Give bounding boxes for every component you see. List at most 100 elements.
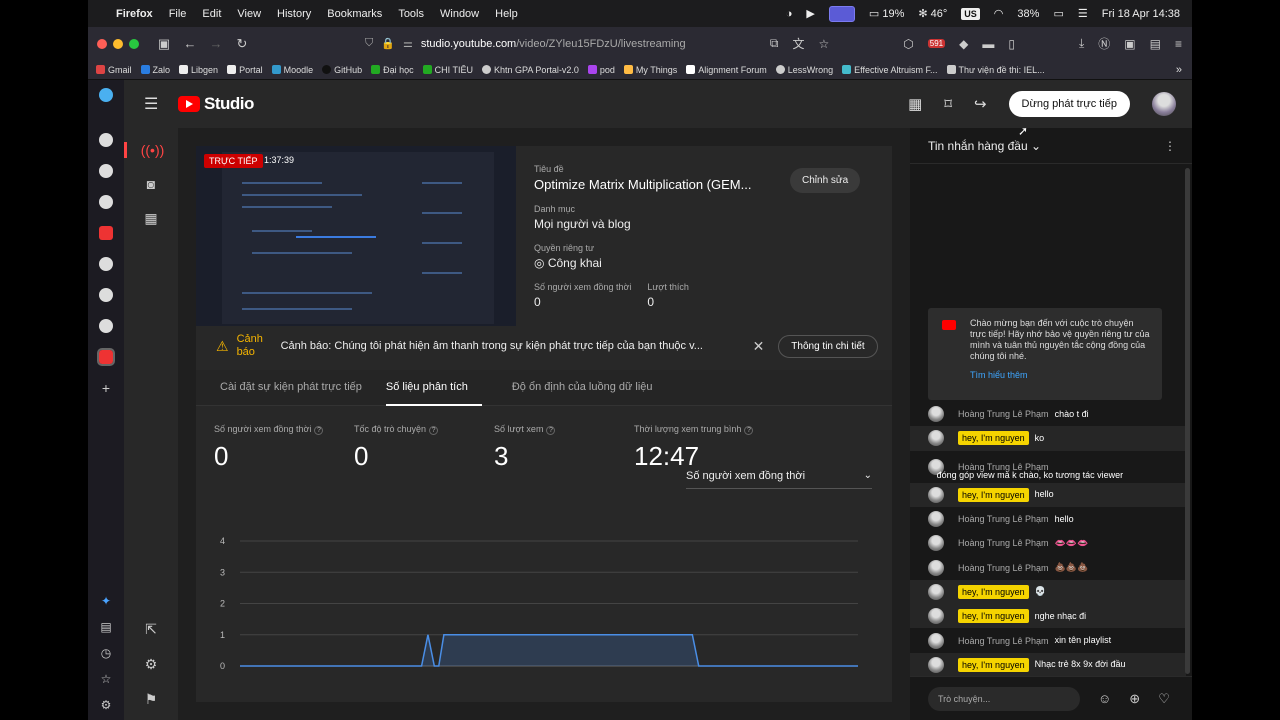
bookmark-portal[interactable]: Portal [227, 65, 263, 75]
new-tab-plus-icon[interactable]: + [99, 381, 113, 395]
tab-gem-icon[interactable] [99, 88, 113, 102]
chat-author[interactable]: Hoàng Trung Lê Phạm [958, 514, 1049, 524]
chat-message[interactable]: hey, I'm nguyen nghe nhạc đi [910, 604, 1186, 629]
heart-icon[interactable]: ♡ [1158, 691, 1170, 707]
stop-streaming-button[interactable]: Dừng phát trực tiếp [1008, 91, 1130, 117]
sparkle-icon[interactable]: ✦ [101, 594, 111, 608]
bookmark-my-things[interactable]: My Things [623, 65, 677, 75]
chat-author[interactable]: hey, I'm nguyen [958, 431, 1029, 446]
gem-icon[interactable]: ◆ [959, 37, 968, 51]
screen-record-icon[interactable] [828, 5, 855, 22]
tab-github-icon[interactable] [99, 133, 113, 147]
avatar[interactable] [928, 583, 944, 600]
external-link-icon[interactable]: ⇱ [145, 621, 157, 638]
tab-github-icon[interactable] [99, 319, 113, 333]
bookmark-libgen[interactable]: Libgen [179, 65, 218, 75]
edit-button[interactable]: Chỉnh sửa [790, 168, 861, 193]
bookmark-dai-hoc[interactable]: Đại học [371, 65, 414, 75]
extension-icon[interactable]: ⬡ [903, 37, 913, 51]
zoom-window-icon[interactable] [129, 38, 139, 49]
chat-input[interactable]: Trò chuyện... [928, 686, 1080, 711]
chat-message[interactable]: hey, I'm nguyen ko [910, 426, 1186, 451]
emoji-icon[interactable]: ☺ [1098, 691, 1111, 706]
details-button[interactable]: Thông tin chi tiết [778, 334, 878, 358]
feedback-icon[interactable]: ⚑ [145, 691, 158, 708]
bookmark-gmail[interactable]: Gmail [96, 65, 132, 75]
chat-message[interactable]: hey, I'm nguyen 💀 [910, 579, 1186, 605]
avatar[interactable] [928, 486, 944, 503]
reader-icon[interactable]: ▤ [1150, 37, 1161, 51]
chat-author[interactable]: Hoàng Trung Lê Phạm [958, 538, 1049, 548]
page-settings-icon[interactable]: ⚌ [403, 37, 413, 50]
menu-file[interactable]: File [169, 8, 187, 20]
lock-icon[interactable]: 🔒 [381, 37, 395, 50]
chat-message[interactable]: hey, I'm nguyen Nhạc trẻ 8x 9x đời đầu [910, 652, 1186, 677]
avatar[interactable] [928, 608, 944, 625]
tab-github-icon[interactable] [99, 257, 113, 271]
avatar[interactable] [928, 430, 944, 447]
menu-icon[interactable]: ≡ [1175, 37, 1182, 51]
menu-view[interactable]: View [237, 8, 261, 20]
avatar[interactable] [928, 406, 944, 423]
metric-dropdown[interactable]: Số người xem đồng thời ⌄ [686, 470, 872, 489]
bookmarks-star-icon[interactable]: ☆ [101, 672, 112, 686]
folder-icon[interactable]: ▬ [982, 37, 994, 51]
chat-message[interactable]: hey, I'm nguyen hello [910, 482, 1186, 507]
bookmark-gpa-portal[interactable]: Khtn GPA Portal-v2.0 [481, 65, 579, 75]
bookmark-thu-vien[interactable]: Thư viện đề thi: IEL... [946, 65, 1045, 75]
reload-icon[interactable]: ↻ [229, 36, 255, 52]
chat-author[interactable]: hey, I'm nguyen [958, 657, 1029, 672]
download-icon[interactable]: ⤓ [1079, 36, 1084, 51]
settings-gear-icon[interactable]: ⚙ [101, 698, 112, 712]
tab-github-icon[interactable] [99, 195, 113, 209]
chat-author[interactable]: Hoàng Trung Lê Phạm [958, 563, 1049, 573]
learn-more-link[interactable]: Tìm hiểu thêm [970, 370, 1152, 381]
studio-logo[interactable]: Studio [178, 94, 254, 114]
chat-message[interactable]: Hoàng Trung Lê Phạm 💩💩💩 [910, 555, 1186, 579]
url-text[interactable]: studio.youtube.com/video/ZYleu15FDzU/liv… [421, 38, 686, 50]
translate-icon[interactable]: 文 [793, 35, 805, 52]
share-icon[interactable]: ↪ [974, 95, 987, 113]
input-source-badge[interactable]: US [961, 7, 980, 20]
stream-preview[interactable]: TRỰC TIẾP 1:37:39 [196, 146, 516, 326]
bookmark-zalo[interactable]: Zalo [140, 65, 170, 75]
avatar[interactable] [928, 656, 944, 673]
chat-message[interactable]: Hoàng Trung Lê Phạm chào t đi [910, 402, 1186, 426]
settings-icon[interactable]: ⚙ [145, 656, 158, 673]
avatar[interactable] [928, 535, 944, 552]
wifi-icon[interactable]: ◠ [994, 7, 1004, 20]
chat-message[interactable]: Hoàng Trung Lê Phạm đóng góp view mà k ch… [910, 451, 1186, 483]
bookmark-lesswrong[interactable]: LessWrong [775, 65, 833, 75]
bookmark-moodle[interactable]: Moodle [271, 65, 313, 75]
help-icon[interactable]: ? [744, 426, 754, 435]
forward-icon[interactable]: → [203, 36, 229, 51]
menu-history[interactable]: History [277, 8, 311, 20]
datetime[interactable]: Fri 18 Apr 14:38 [1102, 8, 1180, 20]
bookmark-effective-altruism[interactable]: Effective Altruism F... [842, 65, 938, 75]
calendar-icon[interactable]: ▦ [144, 210, 157, 227]
battery-text[interactable]: 38% [1017, 8, 1039, 20]
account-avatar[interactable] [1152, 92, 1176, 116]
shield-icon[interactable]: ⛉ [365, 37, 373, 50]
container-icon[interactable]: ▣ [1124, 37, 1135, 51]
tab-analytics[interactable]: Số liệu phân tích [385, 370, 482, 406]
notion-icon[interactable]: Ⓝ [1098, 35, 1110, 52]
hamburger-menu-icon[interactable]: ☰ [144, 94, 158, 114]
more-options-icon[interactable]: ⋮ [1164, 139, 1176, 153]
help-icon[interactable]: ? [546, 426, 556, 435]
chat-author[interactable]: Hoàng Trung Lê Phạm [958, 636, 1049, 646]
menu-help[interactable]: Help [495, 8, 518, 20]
tab-manager-icon[interactable]: ▤ [100, 620, 111, 634]
bookmark-chi-tieu[interactable]: CHI TIÊU [422, 65, 473, 75]
chat-message[interactable]: Hoàng Trung Lê Phạm xin tên playlist [910, 628, 1186, 652]
control-center-icon[interactable]: ☰ [1078, 7, 1088, 20]
tab-stream-health[interactable]: Độ ổn định của luồng dữ liệu [498, 370, 667, 406]
avatar[interactable] [928, 632, 944, 649]
screenshot-icon[interactable]: ⧉ [770, 36, 779, 51]
back-icon[interactable]: ← [177, 36, 203, 51]
bookmark-alignment-forum[interactable]: Alignment Forum [686, 65, 767, 75]
chat-scrollbar[interactable] [1185, 168, 1190, 674]
close-icon[interactable]: ✕ [753, 338, 765, 355]
battery-icon[interactable]: ▭ [1053, 7, 1063, 20]
bookmark-icon[interactable]: ⌑ [944, 95, 952, 113]
